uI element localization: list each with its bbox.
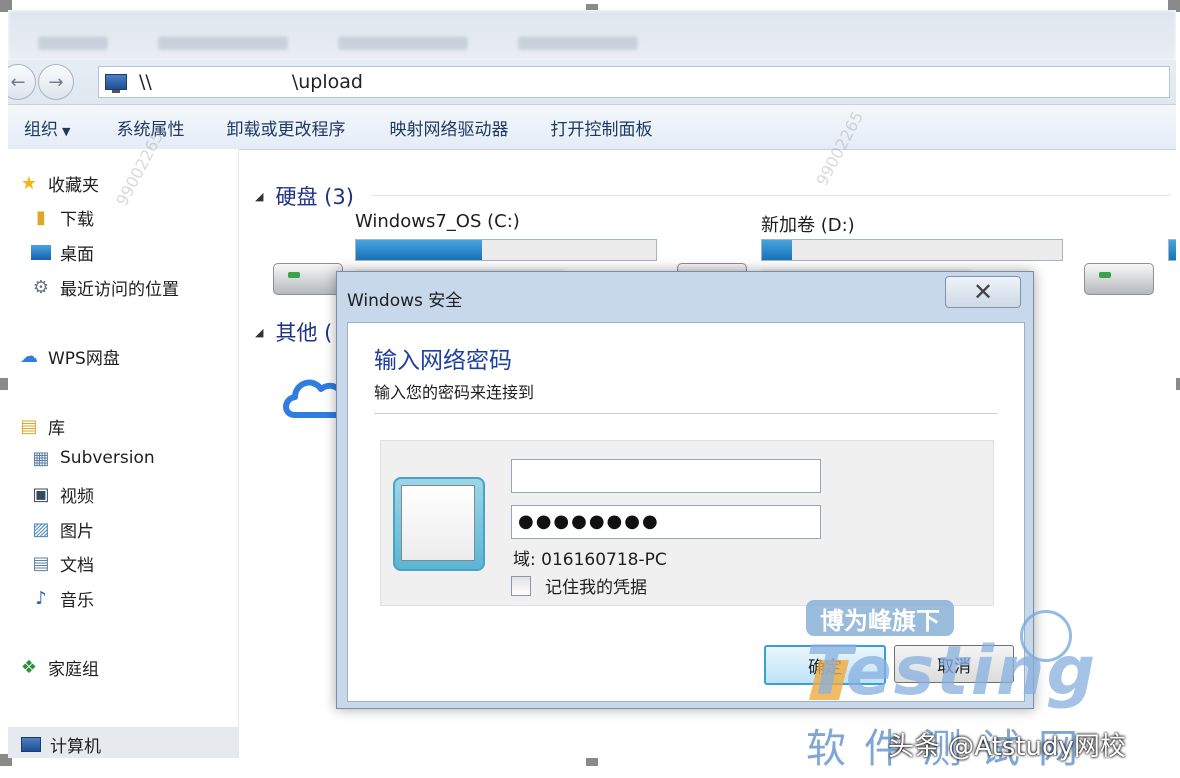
dialog-subtitle: 输入您的密码来连接到	[374, 383, 535, 402]
forward-button[interactable]: →	[38, 64, 74, 100]
dropdown-caret-icon: ▼	[62, 124, 71, 138]
video-icon: ▣	[32, 484, 50, 505]
watermark-toutiao: 头条 @Atstudy网校	[888, 732, 1126, 762]
nav-libraries[interactable]: ▤ 库	[18, 414, 65, 439]
nav-homegroup[interactable]: ❖ 家庭组	[18, 655, 99, 680]
credential-tile: ●●●●●●●● 域: 016160718-PC 记住我的凭据	[380, 440, 994, 606]
nav-videos[interactable]: ▣ 视频	[30, 482, 94, 507]
drive-c-usage-bar	[355, 239, 657, 261]
dialog-heading: 输入网络密码	[374, 348, 512, 374]
nav-computer[interactable]: 计算机	[8, 727, 238, 758]
password-field[interactable]: ●●●●●●●●	[511, 505, 821, 539]
command-bar: 组织 ▼ 系统属性 卸载或更改程序 映射网络驱动器 打开控制面板	[8, 104, 1176, 150]
navigation-pane: ★ 收藏夹 ▮ 下载 桌面 ⚙ 最近访问的位置 ☁ WPS网盘 ▤ 库 ▦ Su…	[8, 149, 239, 758]
nav-downloads[interactable]: ▮ 下载	[30, 205, 94, 230]
star-icon: ★	[20, 173, 38, 194]
music-icon: ♪	[35, 588, 47, 609]
title-bar	[8, 10, 1176, 60]
drive-d-name: 新加卷 (D:)	[761, 215, 855, 236]
hard-drive-icon	[1084, 263, 1154, 295]
close-button[interactable]: ✕	[945, 276, 1021, 308]
remember-credentials-option[interactable]: 记住我的凭据	[511, 573, 647, 598]
nav-documents[interactable]: ▤ 文档	[30, 551, 94, 576]
nav-subversion[interactable]: ▦ Subversion	[30, 447, 154, 469]
nav-recent-places[interactable]: ⚙ 最近访问的位置	[30, 275, 179, 300]
address-row: ← → \\ \upload	[8, 60, 1176, 104]
organize-menu[interactable]: 组织 ▼	[18, 115, 76, 140]
recent-places-icon: ⚙	[32, 277, 50, 298]
remember-label: 记住我的凭据	[545, 578, 647, 598]
address-suffix: \upload	[291, 71, 363, 93]
uninstall-program-button[interactable]: 卸载或更改程序	[220, 115, 351, 140]
dialog-title: Windows 安全	[347, 291, 463, 311]
drive-c-name: Windows7_OS (C:)	[355, 211, 520, 232]
cloud-icon: ☁	[20, 346, 38, 367]
nav-desktop[interactable]: 桌面	[30, 240, 94, 265]
computer-icon	[105, 74, 127, 93]
watermark-badge: 博为峰旗下	[806, 600, 954, 636]
divider	[374, 413, 998, 414]
drive-e-usage-bar	[1168, 239, 1176, 261]
pictures-icon: ▨	[32, 519, 50, 540]
back-arrow-icon: ←	[10, 71, 26, 93]
collapse-triangle-icon: ◢	[255, 189, 264, 203]
map-network-drive-button[interactable]: 映射网络驱动器	[383, 115, 514, 140]
nav-favorites[interactable]: ★ 收藏夹	[18, 171, 99, 196]
hard-disks-group-header[interactable]: ◢ 硬盘 (3)	[255, 181, 354, 211]
drive-e[interactable]	[1084, 211, 1176, 295]
close-icon: ✕	[972, 278, 994, 306]
open-control-panel-button[interactable]: 打开控制面板	[544, 115, 658, 140]
remember-checkbox[interactable]	[511, 575, 531, 596]
watermark-testing: Testing	[806, 632, 1098, 711]
library-icon: ▤	[20, 416, 38, 437]
collapse-triangle-icon: ◢	[255, 325, 264, 339]
domain-label: 域: 016160718-PC	[513, 550, 667, 570]
documents-icon: ▤	[32, 553, 50, 574]
nav-music[interactable]: ♪ 音乐	[30, 586, 94, 611]
drive-d-usage-bar	[761, 239, 1063, 261]
other-group-header[interactable]: ◢ 其他 (	[255, 317, 332, 347]
nav-wps-cloud[interactable]: ☁ WPS网盘	[18, 344, 120, 369]
username-field[interactable]	[511, 459, 821, 493]
address-prefix: \\	[139, 71, 152, 93]
nav-pictures[interactable]: ▨ 图片	[30, 517, 94, 542]
subversion-icon: ▦	[32, 447, 50, 469]
downloads-folder-icon: ▮	[36, 207, 46, 228]
address-bar[interactable]: \\ \upload	[98, 66, 1170, 98]
homegroup-icon: ❖	[20, 657, 38, 678]
desktop-icon	[30, 243, 52, 263]
computer-icon	[20, 734, 42, 754]
back-button[interactable]: ←	[8, 64, 36, 100]
forward-arrow-icon: →	[48, 71, 64, 93]
user-avatar-icon	[393, 477, 485, 571]
hard-drive-icon	[273, 263, 343, 295]
